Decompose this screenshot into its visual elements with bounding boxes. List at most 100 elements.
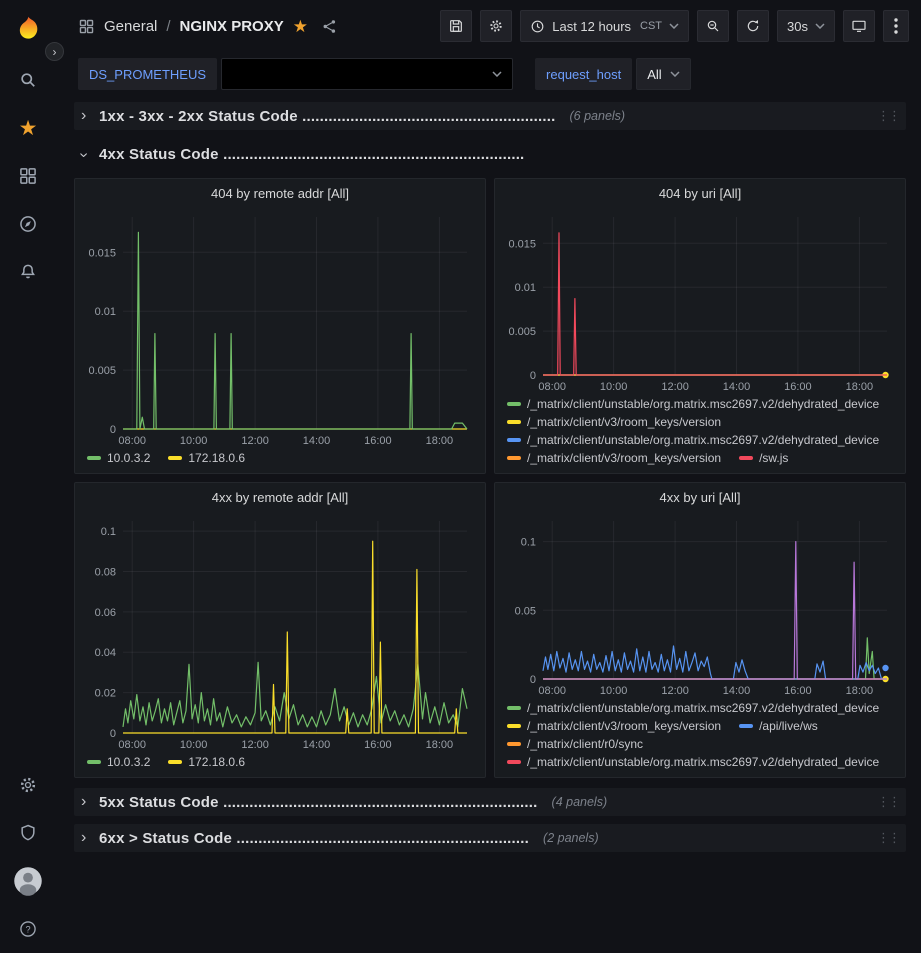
refresh-button[interactable] — [737, 10, 769, 42]
y-tick-label: 0 — [110, 424, 116, 436]
legend-item[interactable]: /sw.js — [739, 451, 788, 465]
chevron-down-icon — [492, 71, 502, 77]
favorite-star-icon[interactable]: ★ — [293, 18, 308, 35]
legend-swatch — [507, 456, 521, 460]
row-panel-count: (2 panels) — [543, 831, 599, 845]
row-drag-handle[interactable]: ⋮⋮ — [877, 794, 899, 810]
panel-title[interactable]: 4xx by uri [All] — [495, 483, 905, 511]
row-title: 4xx Status Code ........................… — [99, 146, 524, 163]
series-line — [543, 646, 882, 679]
panel-404-by-uri: 404 by uri [All] 00.0050.010.01508:0010:… — [494, 178, 906, 474]
timeseries-chart[interactable]: 00.0050.010.01508:0010:0012:0014:0016:00… — [79, 207, 481, 449]
zoom-out-button[interactable] — [697, 10, 729, 42]
legend-item[interactable]: 10.0.3.2 — [87, 755, 150, 769]
timezone-label: CST — [640, 20, 662, 32]
dashboard-title[interactable]: NGINX PROXY — [180, 18, 284, 35]
legend-item[interactable]: /_matrix/client/v3/room_keys/version — [507, 451, 721, 465]
share-icon[interactable] — [321, 18, 338, 35]
breadcrumb: General / NGINX PROXY ★ — [78, 18, 338, 35]
timeseries-chart[interactable]: 00.020.040.060.080.108:0010:0012:0014:00… — [79, 511, 481, 753]
legend-item[interactable]: /_matrix/client/unstable/org.matrix.msc2… — [507, 701, 879, 715]
legend-item[interactable]: 10.0.3.2 — [87, 451, 150, 465]
timeseries-chart[interactable]: 00.050.108:0010:0012:0014:0016:0018:00 — [499, 511, 901, 699]
row-1xx-3xx-2xx[interactable]: › 1xx - 3xx - 2xx Status Code ..........… — [74, 102, 906, 130]
panel-title[interactable]: 404 by uri [All] — [495, 179, 905, 207]
legend-item[interactable]: /_matrix/client/v3/room_keys/version — [507, 719, 721, 733]
x-tick-label: 16:00 — [784, 381, 812, 393]
legend-label: /_matrix/client/unstable/org.matrix.msc2… — [527, 433, 879, 447]
x-tick-label: 14:00 — [723, 381, 751, 393]
refresh-interval-picker[interactable]: 30s — [777, 10, 835, 42]
row-panel-count: (6 panels) — [570, 109, 626, 123]
legend-label: /sw.js — [759, 451, 788, 465]
tv-kiosk-mode-button[interactable] — [843, 10, 875, 42]
y-tick-label: 0.05 — [515, 605, 536, 617]
legend-item[interactable]: /_matrix/client/unstable/org.matrix.msc2… — [507, 755, 879, 769]
save-dashboard-button[interactable] — [440, 10, 472, 42]
x-tick-label: 18:00 — [846, 381, 874, 393]
legend-item[interactable]: /_matrix/client/unstable/org.matrix.msc2… — [507, 433, 879, 447]
dashboards-icon[interactable] — [0, 152, 56, 200]
y-tick-label: 0.005 — [508, 326, 536, 338]
legend-swatch — [507, 402, 521, 406]
panel-title[interactable]: 404 by remote addr [All] — [75, 179, 485, 207]
y-tick-label: 0.01 — [95, 306, 116, 318]
x-tick-label: 16:00 — [364, 739, 392, 751]
datasource-value-select[interactable] — [221, 58, 513, 90]
starred-dashboards-icon[interactable]: ★ — [0, 104, 56, 152]
grafana-logo-icon — [15, 15, 42, 42]
clock-icon — [530, 19, 545, 34]
y-tick-label: 0.02 — [95, 688, 116, 700]
more-options-kebab-icon[interactable] — [883, 10, 909, 42]
configuration-gear-icon[interactable] — [0, 761, 56, 809]
legend-item[interactable]: /_matrix/client/unstable/org.matrix.msc2… — [507, 397, 879, 411]
refresh-interval-label: 30s — [787, 19, 808, 34]
legend-swatch — [87, 456, 101, 460]
row-6xx[interactable]: › 6xx > Status Code ....................… — [74, 824, 906, 852]
chart-legend: /_matrix/client/unstable/org.matrix.msc2… — [495, 395, 905, 473]
user-avatar[interactable] — [0, 857, 56, 905]
request-host-value-select[interactable]: All — [636, 58, 690, 90]
row-title: 5xx Status Code ........................… — [99, 794, 538, 811]
sidebar-expand-button[interactable]: › — [45, 42, 64, 61]
legend-item[interactable]: /_matrix/client/r0/sync — [507, 737, 643, 751]
legend-item[interactable]: 172.18.0.6 — [168, 755, 245, 769]
row-drag-handle[interactable]: ⋮⋮ — [877, 108, 899, 124]
timeseries-chart[interactable]: 00.0050.010.01508:0010:0012:0014:0016:00… — [499, 207, 901, 395]
help-icon[interactable]: ? — [0, 905, 56, 953]
search-icon[interactable] — [0, 56, 56, 104]
x-tick-label: 08:00 — [538, 381, 566, 393]
row-drag-handle[interactable]: ⋮⋮ — [877, 830, 899, 846]
topbar-controls: Last 12 hours CST 30s — [440, 10, 909, 42]
request-host-variable-label[interactable]: request_host — [535, 58, 632, 90]
chart-canvas: 00.0050.010.01508:0010:0012:0014:0016:00… — [499, 207, 901, 395]
legend-item[interactable]: /api/live/ws — [739, 719, 818, 733]
dashboard-topbar: General / NGINX PROXY ★ — [56, 0, 921, 52]
y-tick-label: 0.015 — [508, 238, 536, 250]
legend-item[interactable]: /_matrix/client/v3/room_keys/version — [507, 415, 721, 429]
x-tick-label: 18:00 — [426, 739, 454, 751]
datasource-variable-label[interactable]: DS_PROMETHEUS — [78, 58, 217, 90]
legend-label: /_matrix/client/v3/room_keys/version — [527, 415, 721, 429]
svg-text:?: ? — [25, 924, 30, 934]
time-range-picker[interactable]: Last 12 hours CST — [520, 10, 689, 42]
x-tick-label: 12:00 — [241, 739, 269, 751]
chevron-down-wrap: › — [81, 145, 99, 163]
apps-grid-icon — [78, 18, 95, 35]
explore-compass-icon[interactable] — [0, 200, 56, 248]
y-tick-label: 0.005 — [88, 365, 116, 377]
legend-item[interactable]: 172.18.0.6 — [168, 451, 245, 465]
server-admin-shield-icon[interactable] — [0, 809, 56, 857]
legend-swatch — [168, 760, 182, 764]
breadcrumb-folder[interactable]: General — [104, 18, 157, 35]
row-5xx[interactable]: › 5xx Status Code ......................… — [74, 788, 906, 816]
panel-grid: 404 by remote addr [All] 0 0.005 0.01 0.015… — [74, 178, 906, 778]
panel-title[interactable]: 4xx by remote addr [All] — [75, 483, 485, 511]
legend-label: /_matrix/client/unstable/org.matrix.msc2… — [527, 397, 879, 411]
dashboard-settings-button[interactable] — [480, 10, 512, 42]
chart-legend: 10.0.3.2 172.18.0.6 — [75, 449, 485, 473]
legend-label: 10.0.3.2 — [107, 451, 150, 465]
chart-canvas: 00.020.040.060.080.108:0010:0012:0014:00… — [79, 511, 481, 753]
alerting-bell-icon[interactable] — [0, 248, 56, 296]
row-4xx[interactable]: › 4xx Status Code ......................… — [74, 140, 906, 168]
